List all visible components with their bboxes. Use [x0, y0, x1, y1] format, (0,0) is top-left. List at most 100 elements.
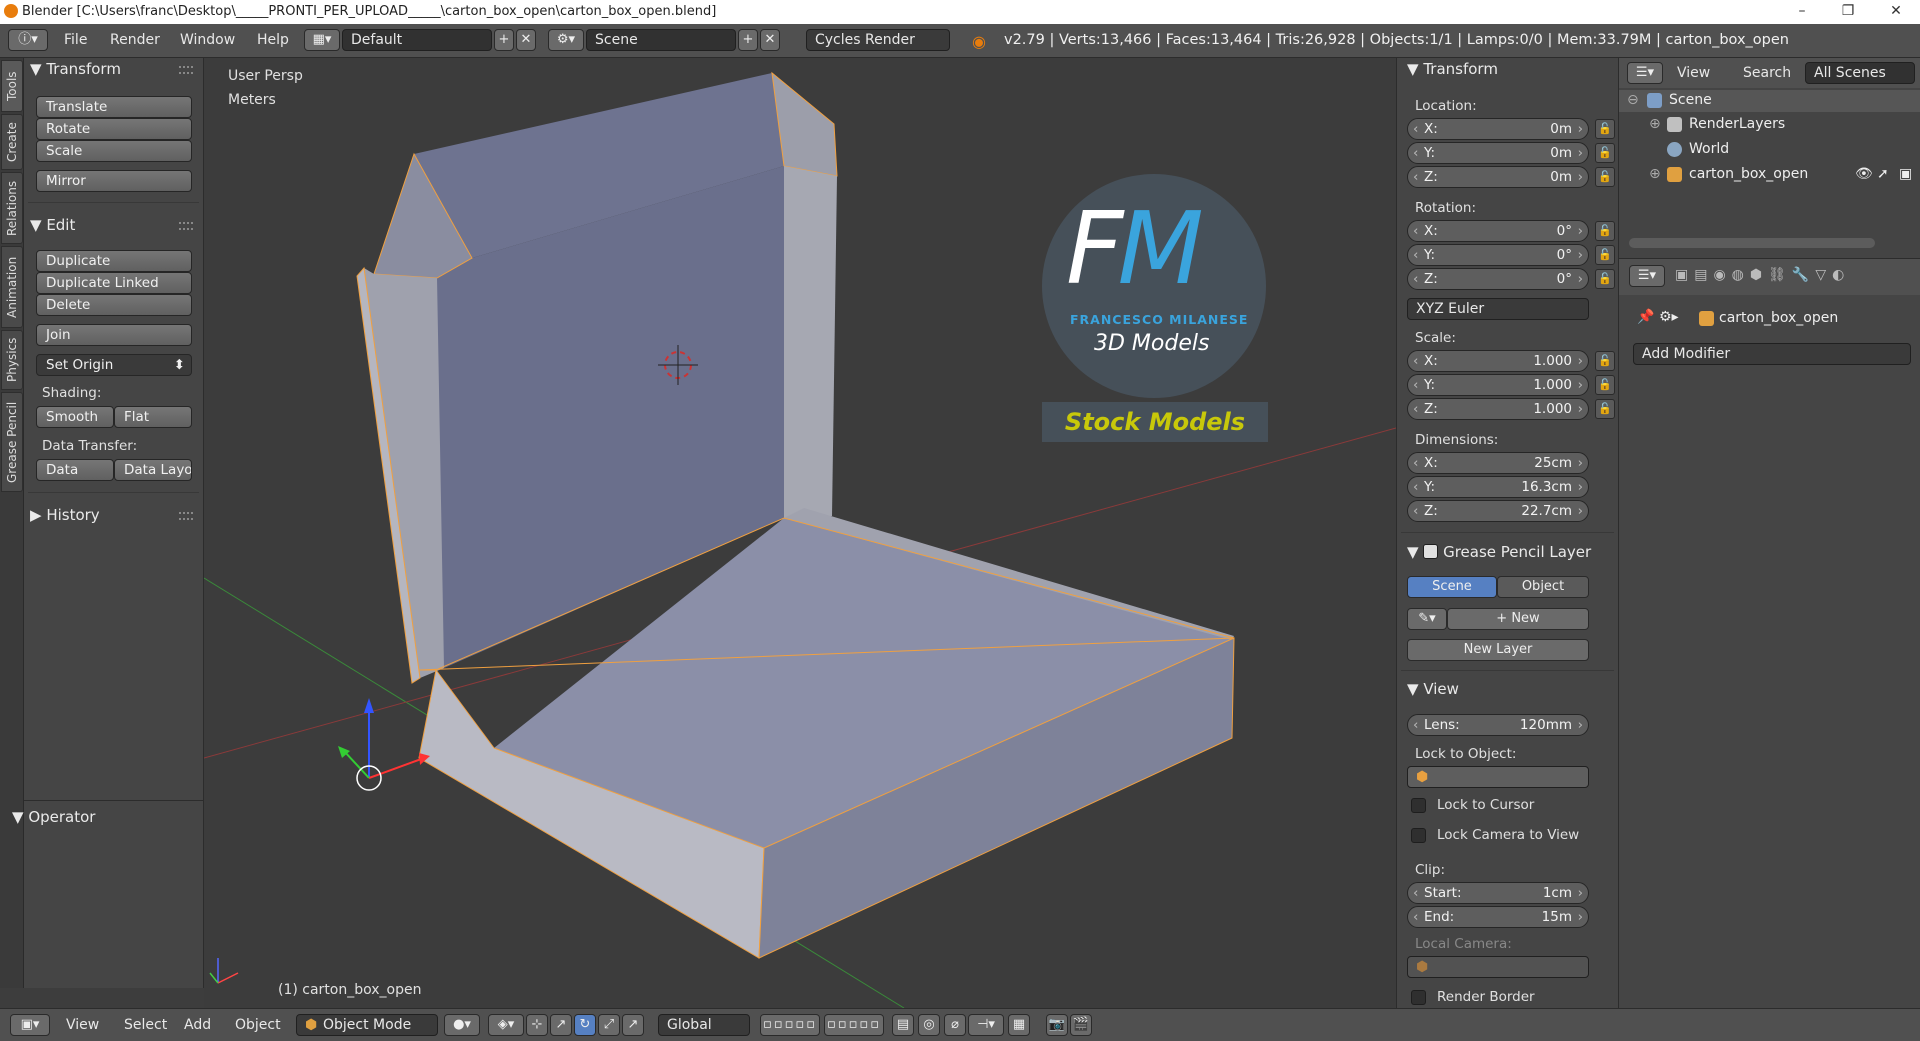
- tab-grease-pencil[interactable]: Grease Pencil: [1, 392, 23, 492]
- 3d-viewport[interactable]: User Persp Meters (1) carton_box_open FM…: [204, 58, 1396, 1008]
- gp-pencil-icon[interactable]: ✎▾: [1407, 608, 1447, 630]
- outliner-item-world[interactable]: World: [1689, 141, 1729, 157]
- lock-cursor-checkbox[interactable]: [1411, 798, 1426, 813]
- add-modifier-select[interactable]: Add Modifier: [1633, 343, 1911, 365]
- menu-add[interactable]: Add: [184, 1017, 211, 1033]
- render-engine-select[interactable]: Cycles Render: [806, 29, 950, 51]
- close-icon[interactable]: ✕: [1874, 0, 1918, 24]
- edit-panel-header[interactable]: ▼ Edit: [30, 216, 75, 234]
- proportional-edit-icon[interactable]: ◎: [918, 1014, 940, 1036]
- render-animation-icon[interactable]: 🎬: [1070, 1014, 1092, 1036]
- lock-icon[interactable]: 🔓: [1595, 399, 1615, 419]
- viewport-editor-icon[interactable]: ▣▾: [10, 1014, 50, 1036]
- rotation-z-field[interactable]: Z: 0°: [1407, 268, 1589, 290]
- gp-new-button[interactable]: + New: [1447, 608, 1589, 630]
- delete-button[interactable]: Delete: [36, 294, 192, 316]
- tab-create[interactable]: Create: [1, 114, 23, 170]
- rotate-manipulator-icon[interactable]: ↻: [574, 1014, 596, 1036]
- pin-icon[interactable]: 📌: [1637, 309, 1654, 325]
- render-camera-icon[interactable]: ▣: [1899, 166, 1912, 182]
- rotation-y-field[interactable]: Y: 0°: [1407, 244, 1589, 266]
- menu-select[interactable]: Select: [124, 1017, 167, 1033]
- lens-field[interactable]: Lens: 120mm: [1407, 714, 1589, 736]
- scale-x-field[interactable]: X: 1.000: [1407, 350, 1589, 372]
- modifier-wrench-icon[interactable]: 🔧: [1792, 267, 1815, 283]
- editor-type-icon[interactable]: ⓘ▾: [8, 29, 48, 51]
- n-transform-header[interactable]: ▼ Transform: [1407, 60, 1498, 78]
- smooth-button[interactable]: Smooth: [36, 406, 114, 428]
- lock-icon[interactable]: 🔓: [1595, 167, 1615, 187]
- dimension-x-field[interactable]: X: 25cm: [1407, 452, 1589, 474]
- lock-icon[interactable]: 🔓: [1595, 245, 1615, 265]
- transform-panel-header[interactable]: ▼ Transform: [30, 60, 121, 78]
- operator-panel-header[interactable]: ▼ Operator: [12, 808, 95, 826]
- clip-start-field[interactable]: Start: 1cm: [1407, 882, 1589, 904]
- dimension-z-field[interactable]: Z: 22.7cm: [1407, 500, 1589, 522]
- layers-grid-1[interactable]: ▫▫▫▫▫: [760, 1014, 820, 1036]
- layers-grid-2[interactable]: ▫▫▫▫▫: [824, 1014, 884, 1036]
- remove-scene-icon[interactable]: ✕: [760, 29, 780, 51]
- manipulator-toggle-icon[interactable]: ⊹: [526, 1014, 548, 1036]
- lock-icon[interactable]: 🔓: [1595, 351, 1615, 371]
- viewport-shading-icon[interactable]: ●▾: [444, 1014, 480, 1036]
- snap-icon[interactable]: ⌀: [944, 1014, 966, 1036]
- pivot-point-icon[interactable]: ◈▾: [488, 1014, 524, 1036]
- scale-button[interactable]: Scale: [36, 140, 192, 162]
- snap-element-icon[interactable]: ⊣▾: [968, 1014, 1004, 1036]
- outliner-item-carton-box[interactable]: carton_box_open: [1689, 166, 1808, 182]
- tab-physics[interactable]: Physics: [1, 330, 23, 390]
- scale-y-field[interactable]: Y: 1.000: [1407, 374, 1589, 396]
- duplicate-linked-button[interactable]: Duplicate Linked: [36, 272, 192, 294]
- set-origin-select[interactable]: Set Origin ⬍: [36, 354, 192, 376]
- tab-animation[interactable]: Animation: [1, 246, 23, 328]
- tab-relations[interactable]: Relations: [1, 172, 23, 244]
- expand-icon[interactable]: ⊕: [1649, 116, 1661, 132]
- outliner-view-menu[interactable]: View: [1677, 65, 1710, 81]
- dimension-y-field[interactable]: Y: 16.3cm: [1407, 476, 1589, 498]
- outliner-item-scene[interactable]: Scene: [1669, 92, 1712, 108]
- menu-window[interactable]: Window: [180, 32, 235, 48]
- outliner-row-selected[interactable]: [1619, 90, 1920, 112]
- manipulator-option-icon[interactable]: ↗: [622, 1014, 644, 1036]
- display-mode-select[interactable]: All Scenes: [1805, 62, 1915, 84]
- gp-new-layer-button[interactable]: New Layer: [1407, 639, 1589, 661]
- gp-scene-button[interactable]: Scene: [1407, 576, 1497, 598]
- rotation-x-field[interactable]: X: 0°: [1407, 220, 1589, 242]
- selectability-arrow-icon[interactable]: ➚: [1877, 166, 1889, 182]
- lock-object-field[interactable]: ⬢: [1407, 766, 1589, 788]
- layout-icon[interactable]: ▦▾: [304, 29, 340, 51]
- menu-help[interactable]: Help: [257, 32, 289, 48]
- outliner-editor-icon[interactable]: ☰▾: [1627, 62, 1663, 84]
- gp-object-button[interactable]: Object: [1497, 576, 1589, 598]
- view-panel-header[interactable]: ▼ View: [1407, 680, 1459, 698]
- lock-icon[interactable]: 🔓: [1595, 119, 1615, 139]
- menu-render[interactable]: Render: [110, 32, 160, 48]
- clip-end-field[interactable]: End: 15m: [1407, 906, 1589, 928]
- scale-manipulator-icon[interactable]: ⤢: [598, 1014, 620, 1036]
- flat-button[interactable]: Flat: [114, 406, 192, 428]
- scale-z-field[interactable]: Z: 1.000: [1407, 398, 1589, 420]
- location-z-field[interactable]: Z: 0m: [1407, 166, 1589, 188]
- transform-manipulator-icon[interactable]: [338, 698, 430, 791]
- lock-icon[interactable]: 🔓: [1595, 269, 1615, 289]
- scene-field[interactable]: Scene: [586, 29, 736, 51]
- outliner-scrollbar[interactable]: [1629, 238, 1875, 248]
- panel-grip-icon[interactable]: [179, 66, 193, 74]
- visibility-eye-icon[interactable]: 👁: [1855, 166, 1873, 182]
- data-button[interactable]: Data: [36, 459, 114, 481]
- scene-icon[interactable]: ⚙▾: [548, 29, 584, 51]
- panel-grip-icon[interactable]: [179, 512, 193, 520]
- local-camera-field[interactable]: ⬢: [1407, 956, 1589, 978]
- tab-tools[interactable]: Tools: [1, 60, 23, 112]
- minimize-icon[interactable]: –: [1780, 0, 1824, 24]
- data-layout-button[interactable]: Data Layo: [114, 459, 192, 481]
- add-layout-icon[interactable]: +: [494, 29, 514, 51]
- menu-view[interactable]: View: [66, 1017, 99, 1033]
- location-x-field[interactable]: X: 0m: [1407, 118, 1589, 140]
- translate-manipulator-icon[interactable]: ↗: [550, 1014, 572, 1036]
- grease-pencil-checkbox[interactable]: [1423, 544, 1439, 559]
- add-scene-icon[interactable]: +: [738, 29, 758, 51]
- context-tabs[interactable]: ▣▤◉◍⬢⛓🔧▽◐: [1675, 267, 1915, 287]
- restore-icon[interactable]: ❐: [1826, 0, 1870, 24]
- render-border-checkbox[interactable]: [1411, 990, 1426, 1005]
